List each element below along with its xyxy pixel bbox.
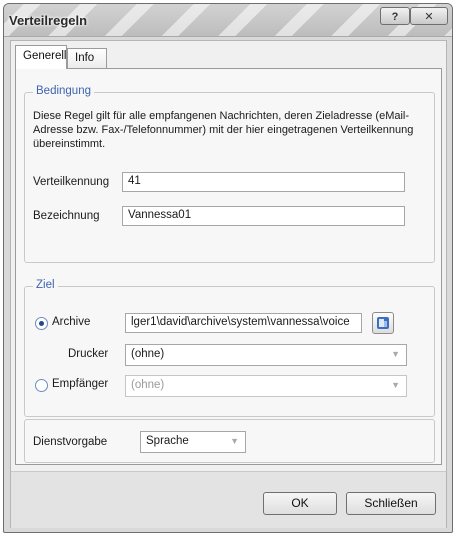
chevron-down-icon: ▼ xyxy=(391,349,400,359)
empfaenger-select: (ohne) ▼ xyxy=(125,375,407,397)
empfaenger-value: (ohne) xyxy=(131,379,165,391)
dialog-footer: OK Schließen xyxy=(11,471,446,528)
tab-generell[interactable]: Generell xyxy=(15,45,67,69)
tab-info[interactable]: Info xyxy=(67,48,107,68)
close-window-button[interactable]: ✕ xyxy=(410,7,448,25)
help-button[interactable]: ? xyxy=(380,7,410,25)
chevron-down-icon: ▼ xyxy=(230,436,239,446)
ziel-legend: Ziel xyxy=(33,279,58,291)
drucker-value: (ohne) xyxy=(131,348,165,360)
chevron-down-icon: ▼ xyxy=(391,380,400,390)
empfaenger-label[interactable]: Empfänger xyxy=(52,378,108,390)
dienstvorgabe-box: Dienstvorgabe Sprache ▼ xyxy=(24,419,435,463)
title-bar[interactable]: Verteilregeln ? ✕ xyxy=(4,4,452,37)
bedingung-legend: Bedingung xyxy=(33,85,94,97)
bedingung-description: Diese Regel gilt für alle empfangenen Na… xyxy=(33,110,414,150)
bedingung-group: Bedingung Diese Regel gilt für alle empf… xyxy=(24,85,435,263)
archive-radio[interactable] xyxy=(35,317,48,330)
ok-button[interactable]: OK xyxy=(263,492,337,515)
empfaenger-radio[interactable] xyxy=(35,379,48,392)
dienstvorgabe-select[interactable]: Sprache ▼ xyxy=(140,431,246,453)
bezeichnung-label: Bezeichnung xyxy=(33,210,100,222)
verteilkennung-field[interactable]: 41 xyxy=(122,172,405,192)
window-title: Verteilregeln xyxy=(9,13,88,28)
verteilkennung-label: Verteilkennung xyxy=(33,176,110,188)
ziel-group: Ziel Archive lger1\david\archive\system\… xyxy=(24,279,435,417)
archive-label[interactable]: Archive xyxy=(52,316,90,328)
close-icon: ✕ xyxy=(424,11,434,23)
dienstvorgabe-value: Sprache xyxy=(146,435,189,447)
drucker-label: Drucker xyxy=(68,348,109,360)
archive-path-field[interactable]: lger1\david\archive\system\vannessa\voic… xyxy=(125,313,362,333)
dialog-client-area: Generell Info Bedingung Diese Regel gilt… xyxy=(10,40,447,528)
archive-browse-button[interactable] xyxy=(372,312,394,334)
schliessen-button[interactable]: Schließen xyxy=(346,492,436,515)
drucker-select[interactable]: (ohne) ▼ xyxy=(125,344,407,366)
bezeichnung-field[interactable]: Vannessa01 xyxy=(122,206,405,226)
dialog-window: Verteilregeln ? ✕ Generell Info Bedingun… xyxy=(3,3,453,533)
dienstvorgabe-label: Dienstvorgabe xyxy=(33,436,108,448)
tab-panel-generell: Bedingung Diese Regel gilt für alle empf… xyxy=(15,68,442,465)
